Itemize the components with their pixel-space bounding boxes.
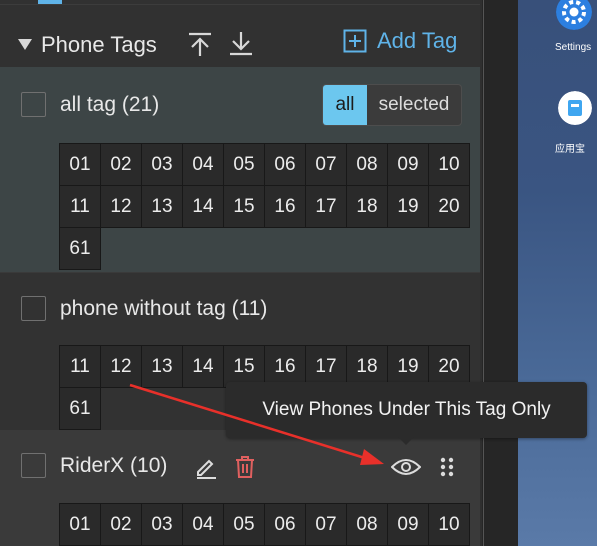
phone-cell[interactable]: 03 — [141, 143, 183, 186]
phone-cell[interactable]: 12 — [100, 345, 142, 388]
phone-cell[interactable]: 61 — [59, 387, 101, 430]
phone-cell[interactable]: 08 — [346, 503, 388, 546]
filter-all-option[interactable]: all — [323, 85, 367, 125]
eye-icon[interactable] — [391, 457, 421, 477]
phone-cell[interactable]: 04 — [182, 143, 224, 186]
phone-cell[interactable]: 08 — [346, 143, 388, 186]
phone-cell[interactable]: 09 — [387, 503, 429, 546]
tag-group-all: all tag (21) all selected 01 02 03 04 05… — [0, 67, 480, 272]
phone-cell[interactable]: 18 — [346, 185, 388, 228]
phone-cell[interactable]: 10 — [428, 143, 470, 186]
phone-cell[interactable]: 05 — [223, 503, 265, 546]
tag-checkbox[interactable] — [21, 296, 46, 321]
phone-cell[interactable]: 03 — [141, 503, 183, 546]
app-label: 应用宝 — [555, 144, 585, 155]
phone-tags-header: Phone Tags Add Tag — [0, 22, 480, 66]
panel-title: Phone Tags — [41, 32, 157, 57]
add-box-icon — [343, 29, 367, 53]
phone-cell[interactable]: 10 — [428, 503, 470, 546]
gear-icon[interactable] — [556, 0, 592, 30]
phone-grid: 01 02 03 04 05 06 07 08 09 10 11 12 13 1… — [59, 143, 470, 270]
phone-cell[interactable]: 01 — [59, 143, 101, 186]
phone-cell[interactable]: 06 — [264, 503, 306, 546]
phone-cell[interactable]: 06 — [264, 143, 306, 186]
phone-cell[interactable]: 16 — [264, 185, 306, 228]
phone-cell[interactable]: 01 — [59, 503, 101, 546]
add-tag-button[interactable]: Add Tag — [343, 28, 457, 54]
drag-handle-icon[interactable] — [440, 457, 454, 477]
tag-checkbox[interactable] — [21, 92, 46, 117]
phone-cell[interactable]: 17 — [305, 185, 347, 228]
phone-cell[interactable]: 13 — [141, 185, 183, 228]
tooltip-arrow — [398, 437, 414, 445]
upload-icon[interactable] — [187, 31, 213, 57]
phone-cell[interactable]: 02 — [100, 143, 142, 186]
edit-icon[interactable] — [194, 455, 218, 479]
tag-label: phone without tag (11) — [60, 297, 268, 320]
tag-group-riderx: RiderX (10) 01 02 03 04 05 06 07 08 09 1… — [0, 430, 480, 546]
add-tag-label: Add Tag — [377, 28, 458, 53]
phone-cell[interactable]: 13 — [141, 345, 183, 388]
phone-cell[interactable]: 09 — [387, 143, 429, 186]
download-icon[interactable] — [228, 31, 254, 57]
tooltip: View Phones Under This Tag Only — [226, 382, 587, 438]
app-store-icon[interactable] — [558, 91, 592, 125]
phone-cell[interactable]: 15 — [223, 185, 265, 228]
phone-cell[interactable]: 19 — [387, 185, 429, 228]
phone-cell[interactable]: 12 — [100, 185, 142, 228]
tag-checkbox[interactable] — [21, 453, 46, 478]
app-label: Settings — [555, 42, 592, 53]
divider — [483, 0, 484, 546]
phone-cell[interactable]: 14 — [182, 345, 224, 388]
phone-cell[interactable]: 14 — [182, 185, 224, 228]
divider — [0, 4, 480, 5]
phone-cell[interactable]: 61 — [59, 227, 101, 270]
device-screen: Settings 应用宝 — [518, 0, 597, 546]
phone-cell[interactable]: 04 — [182, 503, 224, 546]
tag-label: RiderX (10) — [60, 454, 168, 477]
phone-cell[interactable]: 05 — [223, 143, 265, 186]
filter-selected-option[interactable]: selected — [367, 85, 461, 125]
phone-cell[interactable]: 11 — [59, 345, 101, 388]
phone-cell[interactable]: 02 — [100, 503, 142, 546]
phone-cell[interactable]: 20 — [428, 185, 470, 228]
phone-grid: 01 02 03 04 05 06 07 08 09 10 — [59, 503, 470, 546]
phone-tags-panel: Phone Tags Add Tag all tag (21) all sele… — [0, 0, 480, 546]
phone-cell[interactable]: 11 — [59, 185, 101, 228]
phone-cell[interactable]: 07 — [305, 503, 347, 546]
collapse-caret-icon[interactable] — [18, 39, 32, 50]
phone-cell[interactable]: 07 — [305, 143, 347, 186]
filter-segmented-control: all selected — [322, 84, 462, 126]
tag-label: all tag (21) — [60, 93, 160, 116]
delete-icon[interactable] — [234, 455, 256, 479]
